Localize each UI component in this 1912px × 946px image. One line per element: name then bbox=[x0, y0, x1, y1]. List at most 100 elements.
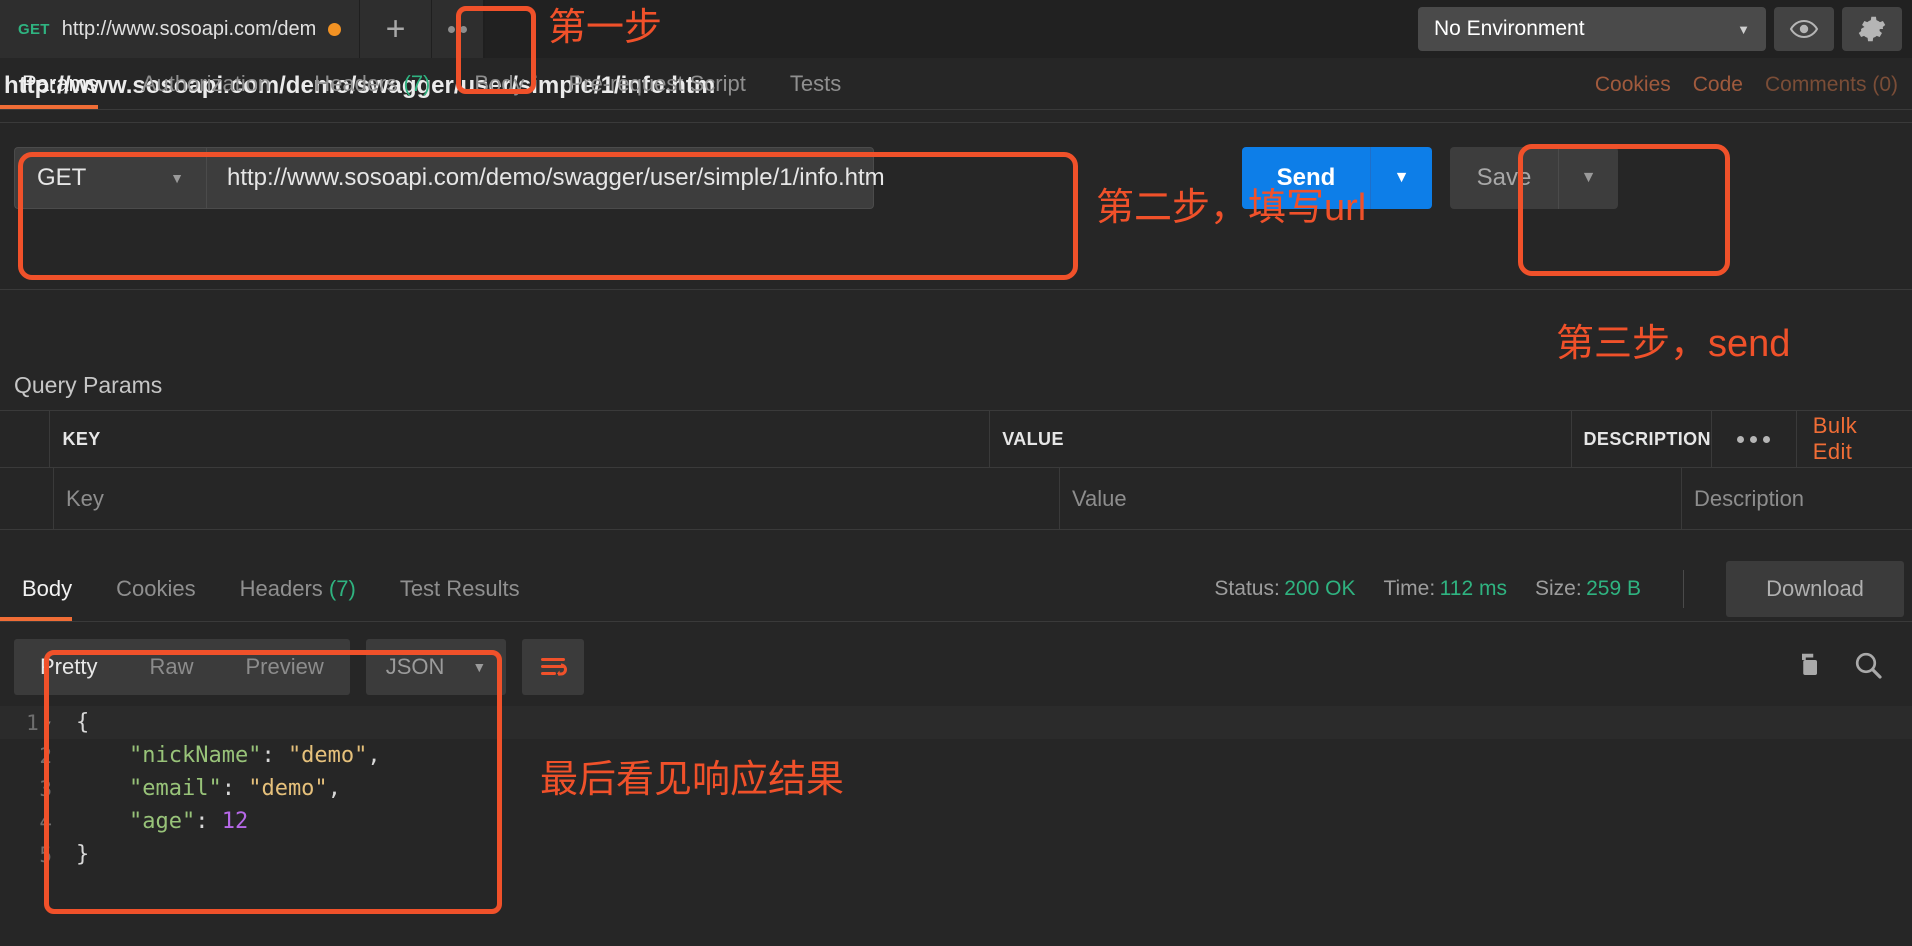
copy-icon[interactable] bbox=[1792, 650, 1822, 685]
code-line: 4 "age": 12 bbox=[0, 805, 1912, 838]
tab-params-label: Params bbox=[22, 71, 98, 96]
chevron-down-icon: ▼ bbox=[1581, 169, 1597, 187]
bulk-edit-label: Bulk Edit bbox=[1813, 413, 1896, 465]
response-tab-cookies[interactable]: Cookies bbox=[94, 557, 217, 621]
header-description: DESCRIPTION bbox=[1572, 411, 1711, 467]
response-tab-headers[interactable]: Headers (7) bbox=[218, 557, 378, 621]
gear-icon[interactable] bbox=[1842, 7, 1902, 51]
request-tabs-right-links: Cookies Code Comments (0) bbox=[1595, 73, 1912, 109]
environment-selector[interactable]: No Environment ▼ bbox=[1418, 7, 1766, 51]
url-input[interactable]: http://www.sosoapi.com/demo/swagger/user… bbox=[206, 147, 874, 209]
response-tabs: Body Cookies Headers (7) Test Results St… bbox=[0, 556, 1912, 622]
query-params-header-row: KEY VALUE DESCRIPTION Bulk Edit bbox=[0, 410, 1912, 468]
response-tab-headers-count: (7) bbox=[329, 576, 356, 601]
line-number: 3 bbox=[0, 777, 62, 801]
time-label: Time: bbox=[1383, 577, 1435, 600]
save-options-button[interactable]: ▼ bbox=[1558, 147, 1618, 209]
tab-pre-request-script[interactable]: Pre-request Script bbox=[547, 71, 768, 109]
code-content: } bbox=[62, 842, 89, 867]
key-input[interactable]: Key bbox=[54, 468, 1060, 529]
http-method-selector[interactable]: GET ▼ bbox=[14, 147, 206, 209]
line-number: 5 bbox=[0, 843, 62, 867]
tab-pre-request-script-label: Pre-request Script bbox=[569, 71, 746, 96]
tab-body[interactable]: Body bbox=[452, 71, 546, 109]
view-mode-raw[interactable]: Raw bbox=[123, 639, 219, 695]
response-format-selector[interactable]: JSON ▼ bbox=[366, 639, 507, 695]
response-tab-test-results[interactable]: Test Results bbox=[378, 557, 542, 621]
view-mode-pretty[interactable]: Pretty bbox=[14, 639, 123, 695]
line-number-value: 4 bbox=[39, 810, 52, 834]
eye-icon[interactable] bbox=[1774, 7, 1834, 51]
new-tab-label: + bbox=[386, 12, 406, 46]
tab-params[interactable]: Params bbox=[0, 71, 120, 109]
request-tab-title: http://www.sosoapi.com/demo... bbox=[62, 18, 316, 41]
header-key: KEY bbox=[50, 411, 990, 467]
line-number-value: 2 bbox=[39, 744, 52, 768]
request-url-row: GET ▼ http://www.sosoapi.com/demo/swagge… bbox=[0, 122, 1912, 232]
response-tab-cookies-label: Cookies bbox=[116, 576, 195, 601]
search-icon[interactable] bbox=[1852, 649, 1884, 686]
description-input[interactable]: Description bbox=[1682, 468, 1912, 529]
table-row[interactable]: Key Value Description bbox=[0, 468, 1912, 530]
save-button[interactable]: Save bbox=[1450, 147, 1558, 209]
size-badge: Size: 259 B bbox=[1535, 577, 1641, 601]
cookies-link[interactable]: Cookies bbox=[1595, 73, 1671, 97]
response-tab-body-label: Body bbox=[22, 576, 72, 601]
time-value: 112 ms bbox=[1440, 577, 1507, 600]
row-checkbox[interactable] bbox=[0, 468, 54, 529]
request-tab-method: GET bbox=[18, 21, 50, 38]
code-content: "age": 12 bbox=[62, 809, 248, 834]
header-checkbox-cell bbox=[0, 411, 50, 467]
bulk-edit-button[interactable]: Bulk Edit bbox=[1796, 411, 1912, 467]
code-line: 1 ▾ { bbox=[0, 706, 1912, 739]
request-tabs-spacer bbox=[0, 232, 1912, 290]
size-label: Size: bbox=[1535, 577, 1582, 600]
url-input-value: http://www.sosoapi.com/demo/swagger/user… bbox=[227, 164, 885, 192]
code-line: 5 } bbox=[0, 838, 1912, 871]
response-body-viewer[interactable]: 1 ▾ { 2 "nickName": "demo", 3 "email": "… bbox=[0, 706, 1912, 946]
response-toolbar: Pretty Raw Preview JSON ▼ bbox=[0, 636, 1912, 698]
status-badge: Status: 200 OK bbox=[1214, 577, 1355, 601]
chevron-down-icon: ▼ bbox=[170, 170, 184, 186]
send-button[interactable]: Send bbox=[1242, 147, 1370, 209]
tab-authorization[interactable]: Authorization bbox=[120, 71, 292, 109]
environment-selected-label: No Environment bbox=[1434, 17, 1585, 41]
line-number: 1 ▾ bbox=[0, 711, 62, 735]
comments-link[interactable]: Comments (0) bbox=[1765, 73, 1898, 97]
response-tab-body[interactable]: Body bbox=[0, 557, 94, 621]
new-tab-button[interactable]: + bbox=[360, 0, 432, 58]
response-tab-headers-label: Headers bbox=[240, 576, 323, 601]
view-mode-preview[interactable]: Preview bbox=[219, 639, 349, 695]
line-number-value: 1 bbox=[26, 711, 39, 735]
annotation-step3: 第三步，send bbox=[1556, 312, 1790, 367]
download-button-label: Download bbox=[1766, 576, 1864, 602]
tab-headers[interactable]: Headers (7) bbox=[292, 71, 452, 109]
word-wrap-icon[interactable] bbox=[522, 639, 584, 695]
line-number-value: 3 bbox=[39, 777, 52, 801]
http-method-label: GET bbox=[37, 164, 86, 192]
code-link[interactable]: Code bbox=[1693, 73, 1743, 97]
value-input[interactable]: Value bbox=[1060, 468, 1682, 529]
tab-headers-count: (7) bbox=[404, 71, 431, 96]
download-button[interactable]: Download bbox=[1726, 561, 1904, 617]
chevron-down-icon: ▼ bbox=[472, 659, 486, 675]
tab-tests[interactable]: Tests bbox=[768, 71, 863, 109]
meta-divider bbox=[1683, 570, 1684, 608]
request-tab[interactable]: GET http://www.sosoapi.com/demo... bbox=[0, 0, 360, 58]
unsaved-dot-icon bbox=[328, 23, 341, 36]
fold-arrow-icon[interactable]: ▾ bbox=[45, 716, 52, 730]
time-badge: Time: 112 ms bbox=[1383, 577, 1507, 601]
response-view-mode-group: Pretty Raw Preview bbox=[14, 639, 350, 695]
response-tab-test-results-label: Test Results bbox=[400, 576, 520, 601]
send-button-group: Send ▼ bbox=[1242, 147, 1432, 209]
tab-tests-label: Tests bbox=[790, 71, 841, 96]
send-options-button[interactable]: ▼ bbox=[1370, 147, 1432, 209]
tab-overflow-menu-icon[interactable] bbox=[432, 0, 484, 58]
header-value: VALUE bbox=[990, 411, 1571, 467]
save-button-group: Save ▼ bbox=[1450, 147, 1618, 209]
chevron-down-icon: ▼ bbox=[1394, 169, 1410, 187]
more-options-icon[interactable] bbox=[1711, 411, 1796, 467]
code-line: 3 "email": "demo", bbox=[0, 772, 1912, 805]
response-format-label: JSON bbox=[386, 654, 445, 680]
status-label: Status: bbox=[1214, 577, 1279, 600]
